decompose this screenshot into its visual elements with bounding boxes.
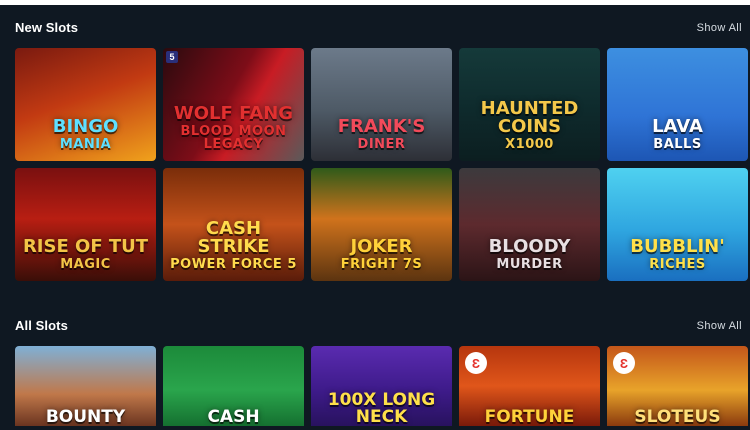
game-title: HAUNTED COINS x1000 (459, 100, 600, 161)
game-name: LAVA (652, 116, 703, 137)
game-name: JOKER (350, 236, 413, 257)
game-title: BOUNTY (42, 409, 129, 426)
game-title: 100x LONG NECK (311, 392, 452, 426)
game-name: BINGO (52, 116, 119, 137)
game-name: SLOTEUS (634, 407, 721, 426)
game-name: Frank's (337, 116, 426, 137)
game-subtitle: MAGIC (60, 257, 111, 272)
game-tile[interactable]: BLOODY MURDER (459, 168, 600, 281)
new-slots-header: New Slots Show All (15, 20, 742, 35)
game-title: CASH STRIKE POWER FORCE 5 (163, 220, 304, 281)
game-subtitle: POWER FORCE 5 (170, 257, 297, 272)
top-edge (0, 0, 750, 5)
game-subtitle: RICHES (649, 257, 706, 272)
show-all-link[interactable]: Show All (697, 22, 742, 34)
game-tile[interactable]: 100x LONG NECK (311, 346, 452, 426)
game-tile[interactable]: JOKER FRIGHT 7s (311, 168, 452, 281)
game-title: BLOODY MURDER (485, 238, 575, 281)
game-name: BLOODY (488, 236, 571, 257)
provider-icon: 5 (166, 51, 178, 63)
show-all-link[interactable]: Show All (697, 320, 742, 332)
game-title: LAVA BALLS (648, 118, 707, 161)
game-name: RISE of TUT (22, 236, 149, 257)
game-tile[interactable]: BOUNTY (15, 346, 156, 426)
game-tile[interactable]: Ɛ FORTUNE (459, 346, 600, 426)
game-subtitle: DINER (357, 137, 406, 152)
game-tile[interactable]: Frank's DINER (311, 48, 452, 161)
game-title: FORTUNE (481, 409, 579, 426)
game-title: JOKER FRIGHT 7s (337, 238, 427, 281)
section-title: New Slots (15, 20, 79, 35)
all-slots-header: All Slots Show All (15, 318, 742, 333)
game-name: HAUNTED COINS (480, 98, 579, 137)
game-title: BUBBLIN' RICHES (626, 238, 729, 281)
game-title: CASH (203, 409, 263, 426)
game-title: RISE of TUT MAGIC (19, 238, 152, 281)
game-subtitle: BLOOD MOON LEGACY (180, 124, 287, 152)
game-subtitle: MANIA (59, 137, 112, 152)
game-name: 100x LONG NECK (327, 390, 436, 426)
game-tile[interactable]: BINGO MANIA (15, 48, 156, 161)
provider-icon: Ɛ (465, 352, 487, 374)
game-tile[interactable]: HAUNTED COINS x1000 (459, 48, 600, 161)
section-title: All Slots (15, 318, 68, 333)
game-tile[interactable]: CASH (163, 346, 304, 426)
game-tile[interactable]: LAVA BALLS (607, 48, 748, 161)
game-tile[interactable]: Ɛ SLOTEUS (607, 346, 748, 426)
game-tile[interactable]: BUBBLIN' RICHES (607, 168, 748, 281)
game-name: CASH (207, 407, 260, 426)
game-tile[interactable]: 5 WOLF FANG BLOOD MOON LEGACY (163, 48, 304, 161)
game-name: BOUNTY (45, 407, 126, 426)
new-slots-grid: BINGO MANIA 5 WOLF FANG BLOOD MOON LEGACY Fra… (15, 48, 748, 281)
all-slots-grid: BOUNTY CASH 100x LONG NECK Ɛ FORTUNE Ɛ SLOTEUS (15, 346, 748, 426)
game-title: WOLF FANG BLOOD MOON LEGACY (163, 105, 304, 161)
game-tile[interactable]: CASH STRIKE POWER FORCE 5 (163, 168, 304, 281)
game-name: FORTUNE (484, 407, 575, 426)
game-title: BINGO MANIA (49, 118, 123, 161)
game-name: BUBBLIN' (630, 236, 725, 257)
game-subtitle: BALLS (653, 137, 702, 152)
game-title: Frank's DINER (334, 118, 430, 161)
game-subtitle: MURDER (496, 257, 563, 272)
game-subtitle: FRIGHT 7s (340, 257, 423, 272)
game-name: WOLF FANG (173, 103, 294, 124)
game-tile[interactable]: RISE of TUT MAGIC (15, 168, 156, 281)
provider-icon: Ɛ (613, 352, 635, 374)
game-title: SLOTEUS (630, 409, 724, 426)
game-subtitle: x1000 (505, 137, 554, 152)
game-name: CASH STRIKE (197, 218, 270, 257)
